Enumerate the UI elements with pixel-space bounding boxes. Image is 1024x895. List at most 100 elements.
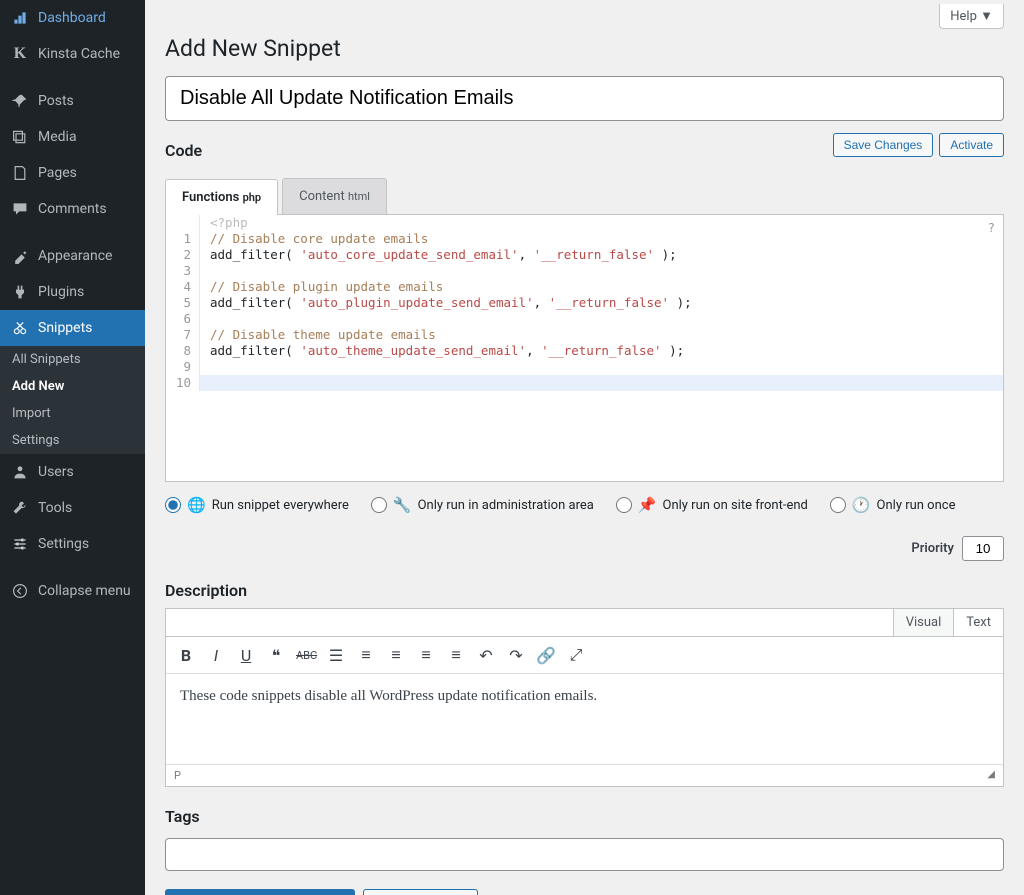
scope-once-label: Only run once <box>877 498 956 513</box>
sidebar-item-settings[interactable]: Settings <box>0 526 145 562</box>
sidebar-item-dashboard[interactable]: Dashboard <box>0 0 145 36</box>
sidebar-item-label: Plugins <box>38 284 84 300</box>
main-content: Help ▼ Add New Snippet Code Save Changes… <box>145 0 1024 895</box>
sidebar-item-tools[interactable]: Tools <box>0 490 145 526</box>
scope-everywhere[interactable]: 🌐 Run snippet everywhere <box>165 496 349 514</box>
bullet-list-icon[interactable]: ☰ <box>326 646 346 665</box>
tab-content-label: Content <box>299 189 345 204</box>
sidebar-item-media[interactable]: Media <box>0 119 145 155</box>
redo-icon[interactable]: ↷ <box>506 646 526 665</box>
sidebar-item-label: Users <box>38 464 74 480</box>
editor-toolbar: B I U ❝ ABC ☰ ≡ ≡ ≡ ≡ ↶ ↷ 🔗 ⤢ <box>166 637 1003 674</box>
save-and-activate-button[interactable]: Save Changes and Activate <box>165 889 355 895</box>
sidebar-item-label: Comments <box>38 201 107 217</box>
tab-functions-ext: php <box>243 191 262 204</box>
link-icon[interactable]: 🔗 <box>536 646 556 665</box>
sidebar-item-appearance[interactable]: Appearance <box>0 238 145 274</box>
scope-everywhere-radio[interactable] <box>165 497 181 513</box>
bold-icon[interactable]: B <box>176 646 196 665</box>
admin-sidebar: Dashboard K Kinsta Cache Posts Media Pages Com… <box>0 0 145 895</box>
scope-once[interactable]: 🕐 Only run once <box>830 496 956 514</box>
sidebar-item-label: Posts <box>38 93 74 109</box>
clock-icon: 🕐 <box>852 496 871 514</box>
code-line: 4// Disable plugin update emails <box>166 279 1003 295</box>
desc-tab-text[interactable]: Text <box>953 609 1003 636</box>
sidebar-item-label: Tools <box>38 500 72 516</box>
sidebar-item-comments[interactable]: Comments <box>0 191 145 227</box>
tools-icon <box>10 498 30 518</box>
description-body[interactable]: These code snippets disable all WordPres… <box>166 674 1003 764</box>
tab-functions[interactable]: Functions php <box>165 179 278 215</box>
plugins-icon <box>10 282 30 302</box>
wrench-icon: 🔧 <box>393 496 412 514</box>
code-line: 6 <box>166 311 1003 327</box>
scope-admin[interactable]: 🔧 Only run in administration area <box>371 496 594 514</box>
sidebar-item-label: Pages <box>38 165 77 181</box>
sidebar-item-users[interactable]: Users <box>0 454 145 490</box>
kinsta-icon: K <box>10 44 30 64</box>
italic-icon[interactable]: I <box>206 646 226 665</box>
sidebar-sub-all-snippets[interactable]: All Snippets <box>0 346 145 373</box>
code-line: 8add_filter( 'auto_theme_update_send_ema… <box>166 343 1003 359</box>
code-line: 3 <box>166 263 1003 279</box>
strike-icon[interactable]: ABC <box>296 649 316 662</box>
snippet-title-input[interactable] <box>165 76 1004 121</box>
desc-status-path: P <box>174 769 181 782</box>
scope-front-radio[interactable] <box>616 497 632 513</box>
scope-row: 🌐 Run snippet everywhere 🔧 Only run in a… <box>165 496 1004 561</box>
code-line: 2add_filter( 'auto_core_update_send_emai… <box>166 247 1003 263</box>
sidebar-sub-import[interactable]: Import <box>0 400 145 427</box>
code-tabs: Functions php Content html <box>165 178 1004 215</box>
sidebar-item-pages[interactable]: Pages <box>0 155 145 191</box>
fullscreen-icon[interactable]: ⤢ <box>566 645 586 665</box>
description-section-label: Description <box>165 581 1004 600</box>
code-line: 5add_filter( 'auto_plugin_update_send_em… <box>166 295 1003 311</box>
undo-icon[interactable]: ↶ <box>476 646 496 665</box>
tab-content[interactable]: Content html <box>282 178 387 214</box>
priority-input[interactable] <box>962 536 1004 561</box>
activate-button[interactable]: Activate <box>939 133 1004 157</box>
resize-handle-icon[interactable]: ◢ <box>987 769 995 782</box>
help-tab[interactable]: Help ▼ <box>939 4 1004 29</box>
sidebar-item-label: Settings <box>38 536 89 552</box>
sidebar-sub-add-new[interactable]: Add New <box>0 373 145 400</box>
scope-once-radio[interactable] <box>830 497 846 513</box>
priority-label: Priority <box>911 541 954 556</box>
underline-icon[interactable]: U <box>236 646 256 665</box>
quote-icon[interactable]: ❝ <box>266 646 286 665</box>
sidebar-sub-settings[interactable]: Settings <box>0 427 145 454</box>
desc-tab-visual[interactable]: Visual <box>893 609 954 636</box>
tags-section-label: Tags <box>165 807 1004 826</box>
editor-help-icon[interactable]: ? <box>988 221 995 235</box>
code-section-label: Code <box>165 141 202 160</box>
scope-front-label: Only run on site front-end <box>663 498 808 513</box>
pin-icon: 📌 <box>638 496 657 514</box>
align-center-icon[interactable]: ≡ <box>416 645 436 665</box>
sidebar-item-label: Media <box>38 129 77 145</box>
align-left-icon[interactable]: ≡ <box>386 645 406 665</box>
scope-front[interactable]: 📌 Only run on site front-end <box>616 496 808 514</box>
save-changes-button[interactable]: Save Changes <box>833 133 934 157</box>
sidebar-item-posts[interactable]: Posts <box>0 83 145 119</box>
code-line: 9 <box>166 359 1003 375</box>
page-title: Add New Snippet <box>165 35 1004 62</box>
number-list-icon[interactable]: ≡ <box>356 645 376 665</box>
sidebar-item-snippets[interactable]: Snippets <box>0 310 145 346</box>
pin-icon <box>10 91 30 111</box>
description-editor: Visual Text B I U ❝ ABC ☰ ≡ ≡ ≡ ≡ ↶ ↷ 🔗 … <box>165 608 1004 787</box>
sidebar-item-label: Kinsta Cache <box>38 46 120 62</box>
sidebar-item-plugins[interactable]: Plugins <box>0 274 145 310</box>
users-icon <box>10 462 30 482</box>
tags-input[interactable] <box>165 838 1004 871</box>
media-icon <box>10 127 30 147</box>
settings-icon <box>10 534 30 554</box>
align-right-icon[interactable]: ≡ <box>446 645 466 665</box>
save-changes-button-footer[interactable]: Save Changes <box>363 889 478 895</box>
code-line: 7// Disable theme update emails <box>166 327 1003 343</box>
scope-admin-radio[interactable] <box>371 497 387 513</box>
pages-icon <box>10 163 30 183</box>
sidebar-item-kinsta-cache[interactable]: K Kinsta Cache <box>0 36 145 72</box>
sidebar-item-collapse-menu[interactable]: Collapse menu <box>0 573 145 609</box>
code-editor[interactable]: ? <?php 1// Disable core update emails2a… <box>165 215 1004 482</box>
comments-icon <box>10 199 30 219</box>
